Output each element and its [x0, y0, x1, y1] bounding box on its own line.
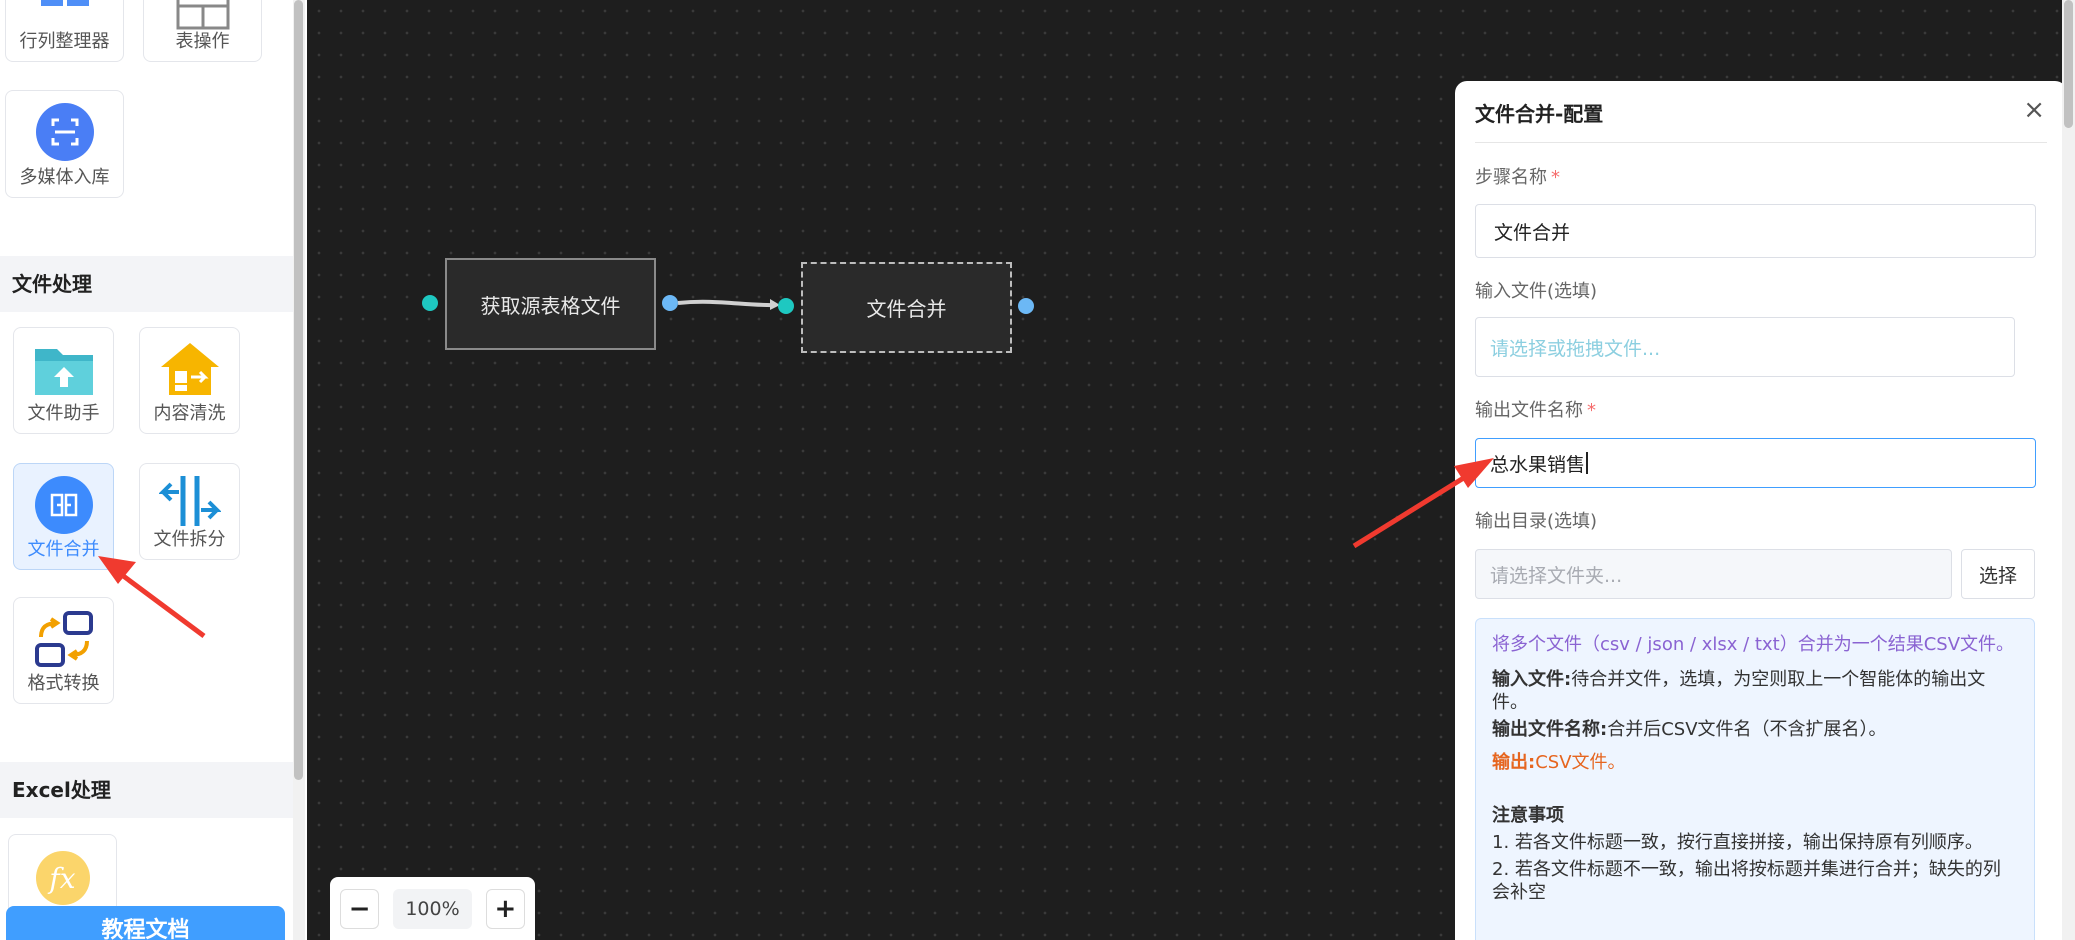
- input-file-label: 输入文件(选填): [1475, 281, 1598, 302]
- output-dir-label: 输出目录(选填): [1475, 511, 1598, 532]
- tool-label: 格式转换: [27, 673, 100, 694]
- split-icon: [158, 472, 221, 530]
- text-caret: [1586, 452, 1589, 474]
- section-file-processing: 文件处理: [0, 256, 293, 312]
- tutorial-docs-button[interactable]: 教程文档: [6, 906, 285, 940]
- tool-multimedia-ingest[interactable]: 多媒体入库: [5, 90, 124, 198]
- close-icon[interactable]: ×: [2023, 95, 2045, 125]
- panel-title: 文件合并-配置: [1475, 102, 1604, 126]
- section-excel-processing: Excel处理: [0, 762, 293, 818]
- zoom-controls: − 100% +: [330, 877, 535, 940]
- tool-file-split[interactable]: 文件拆分: [139, 463, 240, 560]
- tool-file-helper[interactable]: 文件助手: [13, 327, 114, 434]
- node-file-merge[interactable]: 文件合并: [801, 262, 1012, 353]
- input-file-dropzone[interactable]: 请选择或拖拽文件...: [1475, 317, 2015, 377]
- tool-label: 多媒体入库: [19, 167, 110, 188]
- tool-label: 文件合并: [27, 539, 100, 560]
- panel-header: 文件合并-配置 ×: [1475, 81, 2047, 143]
- info-note-1: 1. 若各文件标题一致，按行直接拼接，输出保持原有列顺序。: [1492, 832, 1983, 853]
- panel-scrollbar-thumb[interactable]: [2064, 0, 2073, 128]
- output-name-value: 总水果销售: [1490, 453, 1586, 476]
- tool-table-operation[interactable]: 表操作: [143, 0, 262, 62]
- output-name-label: 输出文件名称 *: [1475, 400, 1596, 421]
- table-icon: [172, 0, 234, 39]
- output-dir-input[interactable]: 请选择文件夹...: [1475, 549, 1952, 599]
- sidebar: 行列整理器 表操作 多媒体入库 文件处理 文件助手 内容清洗 文件合并 文件拆分…: [0, 0, 307, 940]
- panel-scrollbar[interactable]: [2062, 0, 2075, 940]
- tool-file-merge[interactable]: 文件合并: [13, 463, 114, 570]
- info-output-name: 输出文件名称:合并后CSV文件名（不含扩展名）。: [1492, 719, 1887, 740]
- info-input-file: 输入文件:待合并文件，选填，为空则取上一个智能体的输出文件。: [1492, 669, 1986, 713]
- sidebar-scrollbar-thumb[interactable]: [294, 0, 303, 780]
- info-output: 输出:CSV文件。: [1492, 752, 1626, 773]
- node-get-source-table[interactable]: 获取源表格文件: [445, 258, 656, 350]
- help-info-box: 将多个文件（csv / json / xlsx / txt）合并为一个结果CSV…: [1475, 618, 2035, 940]
- zoom-in-button[interactable]: +: [485, 888, 525, 929]
- tool-label: 文件助手: [27, 403, 100, 424]
- step-name-label: 步骤名称 *: [1475, 167, 1560, 188]
- tool-row-column-organizer[interactable]: 行列整理器: [5, 0, 124, 62]
- step-name-input[interactable]: 文件合并: [1475, 204, 2036, 258]
- info-notes-title: 注意事项: [1492, 805, 1564, 826]
- tool-format-convert[interactable]: 格式转换: [13, 597, 114, 704]
- tool-label: 内容清洗: [153, 403, 226, 424]
- node-input-port[interactable]: [422, 295, 438, 311]
- output-name-input[interactable]: 总水果销售: [1475, 438, 2036, 488]
- grid-icon: [34, 0, 96, 39]
- tool-content-cleaning[interactable]: 内容清洗: [139, 327, 240, 434]
- function-icon: fx: [32, 849, 94, 907]
- node-input-port[interactable]: [778, 298, 794, 314]
- function-label: fx: [49, 861, 76, 895]
- merge-icon: [33, 476, 95, 534]
- scan-icon: [34, 103, 96, 161]
- house-arrow-icon: [159, 340, 221, 398]
- zoom-level: 100%: [393, 888, 472, 929]
- node-output-port[interactable]: [1018, 298, 1034, 314]
- convert-icon: [33, 610, 95, 668]
- select-folder-button[interactable]: 选择: [1961, 549, 2035, 599]
- zoom-out-button[interactable]: −: [340, 888, 380, 929]
- node-label: 文件合并: [866, 297, 947, 321]
- info-summary: 将多个文件（csv / json / xlsx / txt）合并为一个结果CSV…: [1492, 634, 2015, 655]
- connection-edge[interactable]: [676, 295, 786, 315]
- config-panel: 文件合并-配置 × 步骤名称 * 文件合并 输入文件(选填) 请选择或拖拽文件..…: [1455, 81, 2067, 940]
- folder-upload-icon: [33, 340, 95, 398]
- node-label: 获取源表格文件: [480, 293, 621, 318]
- info-note-2: 2. 若各文件标题不一致，输出将按标题并集进行合并；缺失的列会补空: [1492, 859, 2001, 903]
